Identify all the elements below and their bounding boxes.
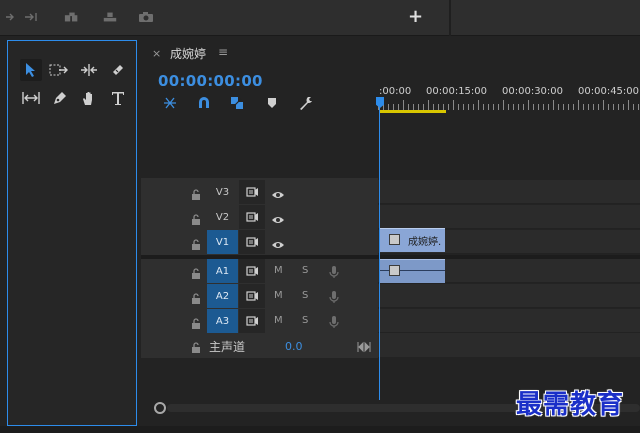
wrench-settings-icon[interactable]: [298, 95, 314, 111]
watermark-text: 最需教育: [516, 390, 625, 420]
sync-lock-icon[interactable]: [239, 259, 265, 283]
track-row-a3: A3 M S: [141, 309, 640, 333]
video-clip[interactable]: 成婉婷.: [379, 228, 445, 252]
track-lock-icon[interactable]: [191, 290, 201, 304]
track-row-a2: A2 M S: [141, 284, 640, 308]
mute-button[interactable]: M: [274, 265, 283, 276]
solo-button[interactable]: S: [302, 315, 308, 326]
selection-arrow-icon: [26, 63, 35, 77]
ruler-label: 00:00:30:00: [502, 86, 564, 97]
track-target-v1[interactable]: V1: [207, 230, 238, 254]
playhead-timecode[interactable]: 00:00:00:00: [158, 72, 263, 90]
track-lock-icon[interactable]: [191, 211, 201, 225]
voice-over-mic-icon[interactable]: [329, 314, 339, 328]
panel-divider: [449, 0, 451, 36]
solo-button[interactable]: S: [302, 290, 308, 301]
time-ruler[interactable]: [378, 100, 640, 110]
track-row-v2: V2: [141, 205, 640, 229]
track-lock-icon[interactable]: [191, 315, 201, 329]
work-area-bar[interactable]: [379, 110, 446, 113]
fx-badge-icon: [389, 234, 400, 245]
go-to-in-out-icon[interactable]: [357, 338, 371, 353]
track-target-v3[interactable]: V3: [207, 180, 238, 204]
sync-lock-icon[interactable]: [239, 205, 265, 229]
type-icon: [112, 92, 124, 105]
sync-lock-icon[interactable]: [239, 284, 265, 308]
fx-badge-icon: [389, 265, 400, 276]
track-select-forward-tool[interactable]: [48, 59, 70, 81]
toggle-output-eye-icon[interactable]: [271, 186, 285, 198]
toggle-output-eye-icon[interactable]: [271, 211, 285, 223]
track-select-icon: [49, 64, 68, 76]
ripple-edit-tool[interactable]: [78, 59, 100, 81]
snap-magnet-icon[interactable]: [196, 95, 212, 111]
pen-tool[interactable]: [49, 87, 71, 109]
track-lane[interactable]: [378, 180, 640, 204]
insert-icon[interactable]: [24, 9, 40, 25]
selection-tool[interactable]: [20, 59, 42, 81]
toggle-output-eye-icon[interactable]: [271, 236, 285, 248]
tab-menu-button[interactable]: ≡: [218, 45, 228, 59]
track-lane[interactable]: [378, 205, 640, 229]
slip-icon: [22, 92, 40, 104]
sync-lock-icon[interactable]: [239, 309, 265, 333]
export-frame-icon[interactable]: [138, 9, 154, 25]
track-lane[interactable]: [378, 309, 640, 333]
audio-clip[interactable]: [379, 259, 445, 283]
mark-in-icon[interactable]: [2, 9, 18, 25]
bottom-strip: [0, 426, 640, 433]
overwrite-icon[interactable]: [64, 9, 80, 25]
tools-panel: [7, 40, 137, 426]
playhead-line[interactable]: [379, 106, 380, 402]
voice-over-mic-icon[interactable]: [329, 289, 339, 303]
add-button[interactable]: +: [408, 6, 423, 27]
nest-toggle-icon[interactable]: [162, 95, 178, 111]
master-lock-icon[interactable]: [191, 339, 201, 353]
razor-icon: [113, 65, 123, 75]
sequence-tab-title[interactable]: 成婉婷: [170, 45, 206, 62]
pen-icon: [54, 92, 66, 104]
solo-button[interactable]: S: [302, 265, 308, 276]
mute-button[interactable]: M: [274, 315, 283, 326]
track-target-a1[interactable]: A1: [207, 259, 238, 283]
track-lock-icon[interactable]: [191, 265, 201, 279]
mute-button[interactable]: M: [274, 290, 283, 301]
track-target-a2[interactable]: A2: [207, 284, 238, 308]
master-track-label: 主声道: [209, 340, 246, 354]
slip-tool[interactable]: [20, 87, 42, 109]
video-clip-name: 成婉婷.: [408, 237, 442, 248]
track-lane[interactable]: [378, 284, 640, 308]
ruler-label: 00:00:45:00: [578, 86, 640, 97]
track-target-a3[interactable]: A3: [207, 309, 238, 333]
type-tool[interactable]: [107, 87, 129, 109]
hand-tool[interactable]: [78, 87, 100, 109]
master-track-lane[interactable]: [378, 333, 640, 357]
master-volume-value[interactable]: 0.0: [285, 340, 303, 353]
tab-close-button[interactable]: ×: [152, 47, 161, 60]
ripple-edit-icon: [81, 64, 97, 76]
lift-icon[interactable]: [102, 9, 118, 25]
zoom-handle[interactable]: [154, 402, 166, 414]
premiere-workspace: + × 成婉婷 ≡ 00:00:00:00:00:00 00:00:15:00…: [0, 0, 640, 433]
sync-lock-icon[interactable]: [239, 230, 265, 254]
ruler-label: :00:00: [379, 86, 412, 97]
top-toolbar: +: [0, 0, 640, 36]
hand-icon: [83, 92, 92, 105]
add-marker-icon[interactable]: [264, 95, 280, 111]
track-lock-icon[interactable]: [191, 236, 201, 250]
linked-selection-icon[interactable]: [229, 95, 245, 111]
track-row-v3: V3: [141, 180, 640, 204]
track-lock-icon[interactable]: [191, 186, 201, 200]
track-target-v2[interactable]: V2: [207, 205, 238, 229]
ruler-label: 00:00:15:00: [426, 86, 488, 97]
sync-lock-icon[interactable]: [239, 180, 265, 204]
voice-over-mic-icon[interactable]: [329, 264, 339, 278]
razor-tool[interactable]: [107, 59, 129, 81]
